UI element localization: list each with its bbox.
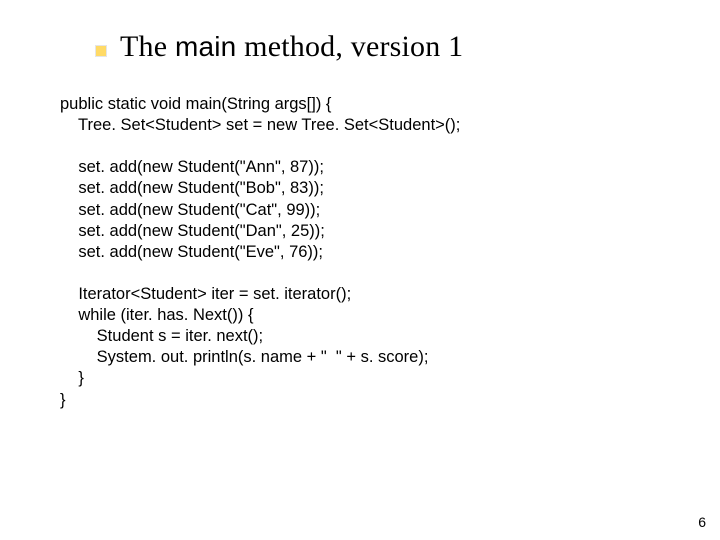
code-line: while (iter. has. Next()) {: [60, 306, 253, 324]
code-line: set. add(new Student("Eve", 76));: [60, 243, 323, 261]
title-suffix: method, version 1: [236, 30, 463, 63]
code-block: public static void main(String args[]) {…: [60, 94, 680, 411]
code-line: Tree. Set<Student> set = new Tree. Set<S…: [60, 116, 460, 134]
page-number: 6: [698, 514, 706, 530]
code-line: System. out. println(s. name + " " + s. …: [60, 348, 428, 366]
code-line: Iterator<Student> iter = set. iterator()…: [60, 285, 351, 303]
title-prefix: The: [120, 30, 175, 63]
code-line: set. add(new Student("Ann", 87));: [60, 158, 324, 176]
code-line: set. add(new Student("Cat", 99));: [60, 201, 320, 219]
title-accent-icon: [96, 46, 106, 56]
title-keyword: main: [175, 31, 237, 62]
code-line: set. add(new Student("Bob", 83));: [60, 179, 324, 197]
code-line: set. add(new Student("Dan", 25));: [60, 222, 325, 240]
slide: The main method, version 1 public static…: [0, 0, 720, 540]
code-line: public static void main(String args[]) {: [60, 95, 331, 113]
code-line: Student s = iter. next();: [60, 327, 263, 345]
slide-title: The main method, version 1: [120, 30, 680, 64]
code-line: }: [60, 369, 84, 387]
code-line: }: [60, 391, 66, 409]
